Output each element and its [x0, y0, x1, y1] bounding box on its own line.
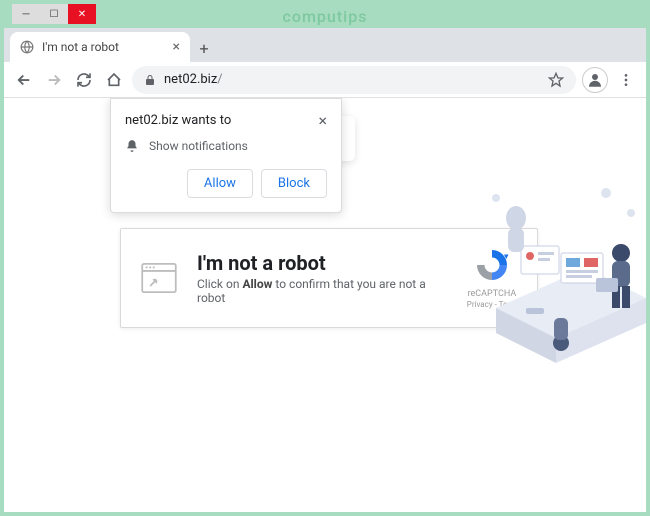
- back-button[interactable]: [12, 68, 36, 92]
- browser-toolbar: net02.biz/: [4, 62, 646, 98]
- forward-button[interactable]: [42, 68, 66, 92]
- home-button[interactable]: [102, 68, 126, 92]
- window-minimize-button[interactable]: ─: [12, 4, 40, 24]
- captcha-heading: I'm not a robot: [197, 251, 447, 275]
- lock-icon: [144, 74, 156, 86]
- browser-menu-button[interactable]: [614, 72, 638, 88]
- profile-button[interactable]: [582, 67, 608, 93]
- window-maximize-button[interactable]: ☐: [40, 4, 68, 24]
- person-icon: [586, 71, 604, 89]
- bookmark-star-icon[interactable]: [548, 72, 564, 88]
- window-close-button[interactable]: ✕: [68, 4, 96, 24]
- watermark-text: computips: [283, 7, 368, 26]
- browser-tabbar: I'm not a robot × +: [4, 28, 646, 62]
- notification-permission-popup: net02.biz wants to × Show notifications …: [110, 98, 342, 213]
- browser-tab[interactable]: I'm not a robot ×: [10, 32, 190, 62]
- bell-icon: [125, 139, 139, 153]
- tab-close-icon[interactable]: ×: [173, 39, 180, 55]
- tab-title: I'm not a robot: [42, 40, 165, 54]
- arrow-right-icon: [45, 71, 63, 89]
- dots-vertical-icon: [618, 72, 634, 88]
- page-content: to confirm net02.biz wants to × Show not…: [4, 98, 646, 512]
- arrow-left-icon: [15, 71, 33, 89]
- home-icon: [106, 72, 122, 88]
- notification-site-text: net02.biz wants to: [125, 113, 231, 128]
- reload-button[interactable]: [72, 68, 96, 92]
- window-titlebar: computips ─ ☐ ✕: [4, 4, 646, 28]
- notification-close-button[interactable]: ×: [318, 113, 327, 129]
- reload-icon: [76, 72, 92, 88]
- notification-permission-text: Show notifications: [149, 139, 248, 153]
- new-tab-button[interactable]: +: [190, 34, 218, 62]
- allow-button[interactable]: Allow: [187, 169, 253, 198]
- window-controls: ─ ☐ ✕: [12, 4, 96, 28]
- browser-window-icon: [141, 263, 177, 293]
- address-bar[interactable]: net02.biz/: [132, 66, 576, 94]
- captcha-subtext: Click on Allow to confirm that you are n…: [197, 277, 447, 305]
- url-text: net02.biz/: [164, 72, 540, 87]
- office-illustration: [466, 158, 646, 378]
- block-button[interactable]: Block: [261, 169, 327, 198]
- globe-icon: [20, 40, 34, 54]
